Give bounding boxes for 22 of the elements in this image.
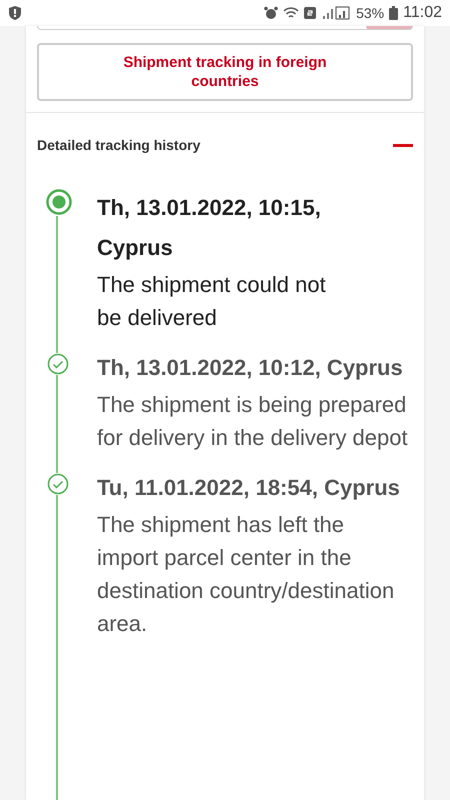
shield-icon <box>8 5 22 21</box>
alarm-icon <box>264 6 278 20</box>
sim-icon <box>304 7 316 19</box>
event-description: The shipment could not be delivered <box>97 271 327 332</box>
section-title: Detailed tracking history <box>37 136 200 155</box>
battery-percent: 53% <box>356 4 384 22</box>
submit-button[interactable] <box>366 26 412 29</box>
event-heading: Th, 13.01.2022, 10:12, Cyprus <box>97 354 404 382</box>
clock: 11:02 <box>403 3 442 23</box>
event-description: The shipment has left the import parcel center in the destination country/destination area. <box>97 511 396 638</box>
event-heading: Tu, 11.01.2022, 18:54, Cyprus <box>97 474 401 502</box>
foreign-tracking-button[interactable]: Shipment tracking in foreign countries <box>37 43 413 101</box>
minus-icon <box>393 144 413 147</box>
check-circle-icon <box>46 473 68 495</box>
event-heading: Th, 13.01.2022, 10:15, Cyprus <box>97 194 322 262</box>
check-circle-icon <box>46 353 68 375</box>
event-description: The shipment is being prepared for delivery in the delivery depot <box>97 391 409 452</box>
current-status-icon <box>44 188 72 216</box>
battery-icon <box>389 6 398 20</box>
signal-icon <box>321 6 352 20</box>
wifi-icon <box>283 6 300 20</box>
input-field[interactable] <box>37 26 413 30</box>
